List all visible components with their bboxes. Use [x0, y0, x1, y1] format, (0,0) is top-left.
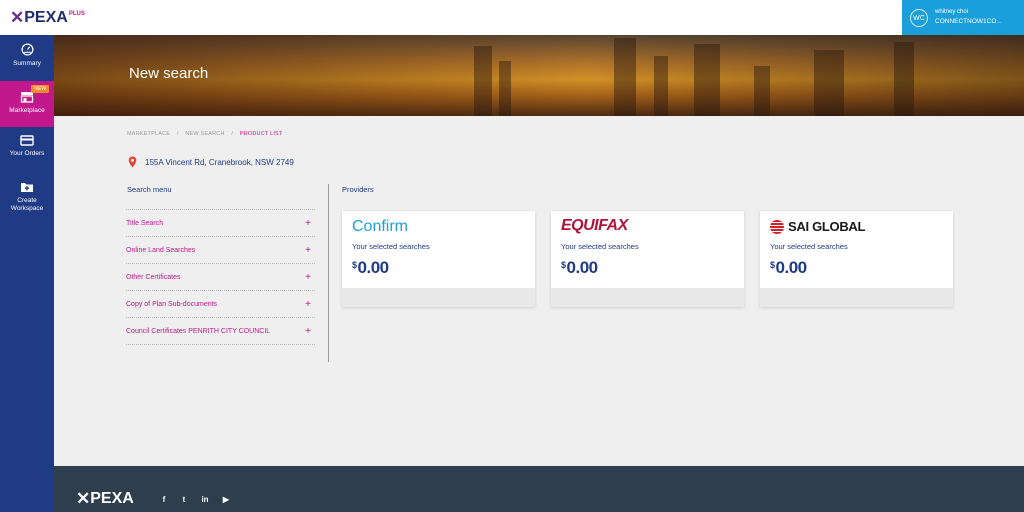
- footer-logo-text: PEXA: [90, 490, 134, 507]
- pexa-x-mark-icon: ✕: [76, 489, 90, 508]
- currency-symbol: $: [561, 260, 566, 270]
- breadcrumb-separator: /: [231, 131, 234, 137]
- confirm-logo: Confirm: [352, 218, 409, 235]
- site-footer: ✕ PEXA f t in ▶: [54, 466, 1024, 512]
- sidebar-item-label: Your Orders: [9, 150, 45, 157]
- globe-icon: [770, 219, 784, 234]
- sidebar-item-summary[interactable]: Summary: [0, 43, 54, 79]
- logo-plus-text: PLUS: [68, 10, 85, 17]
- skyline-building: [614, 38, 636, 116]
- footer-pexa-logo[interactable]: ✕ PEXA: [76, 489, 134, 509]
- card-icon: [20, 135, 34, 146]
- skyline-building: [654, 56, 668, 116]
- skyline-building: [694, 44, 720, 116]
- sai-global-text: SAI GLOBAL: [788, 219, 866, 234]
- card-subtitle: Your selected searches: [561, 242, 639, 251]
- price-amount: 0.00: [357, 258, 390, 277]
- menu-item-title-search[interactable]: Title Search +: [126, 210, 315, 237]
- dashboard-icon: [20, 43, 34, 56]
- card-price: $0.00: [352, 258, 389, 278]
- currency-symbol: $: [352, 260, 357, 270]
- user-org: CONNECTNOW1CO...: [935, 18, 1002, 25]
- skyline-building: [814, 50, 844, 116]
- currency-symbol: $: [770, 260, 775, 270]
- menu-item-online-land-searches[interactable]: Online Land Searches +: [126, 237, 315, 264]
- expand-plus-icon[interactable]: +: [305, 218, 311, 229]
- provider-card-equifax[interactable]: EQUIFAX Your selected searches $0.00: [551, 211, 744, 307]
- breadcrumb-marketplace[interactable]: MARKETPLACE: [127, 131, 170, 137]
- provider-card-confirm[interactable]: Confirm Your selected searches $0.00: [342, 211, 535, 307]
- menu-item-council-certificates[interactable]: Council Certificates PENRITH CITY COUNCI…: [126, 318, 315, 345]
- breadcrumb-new-search[interactable]: NEW SEARCH: [185, 131, 224, 137]
- menu-item-label: Council Certificates PENRITH CITY COUNCI…: [126, 327, 271, 335]
- card-subtitle: Your selected searches: [352, 242, 430, 251]
- breadcrumb: MARKETPLACE / NEW SEARCH / PRODUCT LIST: [127, 131, 282, 137]
- youtube-icon[interactable]: ▶: [220, 494, 232, 506]
- breadcrumb-product-list: PRODUCT LIST: [239, 131, 283, 137]
- skyline-building: [474, 46, 492, 116]
- expand-plus-icon[interactable]: +: [305, 326, 311, 337]
- search-menu: Title Search + Online Land Searches + Ot…: [126, 209, 315, 345]
- twitter-icon[interactable]: t: [178, 494, 190, 506]
- menu-item-other-certificates[interactable]: Other Certificates +: [126, 264, 315, 291]
- user-name: whitney choi: [935, 9, 969, 15]
- search-menu-title: Search menu: [127, 185, 172, 194]
- skyline-building: [499, 61, 511, 116]
- folder-plus-icon: [21, 183, 33, 192]
- vertical-divider: [328, 184, 329, 362]
- sidebar-item-label: Create Workspace: [10, 197, 44, 212]
- price-amount: 0.00: [566, 258, 599, 277]
- sidebar-item-label: Marketplace: [9, 107, 45, 114]
- equifax-logo: EQUIFAX: [561, 217, 628, 234]
- skyline-building: [894, 42, 914, 116]
- expand-plus-icon[interactable]: +: [305, 272, 311, 283]
- sidebar-item-your-orders[interactable]: Your Orders: [0, 135, 54, 171]
- card-subtitle: Your selected searches: [770, 242, 848, 251]
- logo-text: PEXA: [24, 9, 68, 26]
- location-pin-icon: [128, 156, 137, 168]
- price-amount: 0.00: [775, 258, 808, 277]
- facebook-icon[interactable]: f: [158, 494, 170, 506]
- menu-item-label: Online Land Searches: [126, 246, 196, 254]
- expand-plus-icon[interactable]: +: [305, 299, 311, 310]
- sai-global-logo: SAI GLOBAL: [770, 219, 865, 234]
- expand-plus-icon[interactable]: +: [305, 245, 311, 256]
- address-text: 155A Vincent Rd, Cranebrook, NSW 2749: [145, 157, 294, 167]
- menu-item-label: Title Search: [126, 219, 164, 227]
- skyline-building: [754, 66, 770, 116]
- sidebar-item-marketplace[interactable]: NEW Marketplace: [0, 81, 54, 127]
- menu-item-label: Copy of Plan Sub-documents: [126, 300, 218, 308]
- breadcrumb-separator: /: [176, 131, 179, 137]
- user-menu[interactable]: WC whitney choi CONNECTNOW1CO...: [902, 0, 1024, 35]
- menu-item-label: Other Certificates: [126, 273, 181, 281]
- property-address: 155A Vincent Rd, Cranebrook, NSW 2749: [128, 156, 294, 168]
- linkedin-icon[interactable]: in: [199, 494, 211, 506]
- avatar: WC: [910, 9, 928, 27]
- pexa-plus-logo[interactable]: ✕ PEXA PLUS: [10, 8, 85, 28]
- sidebar: Summary NEW Marketplace Your Orders Crea…: [0, 35, 54, 512]
- card-price: $0.00: [770, 258, 807, 278]
- pexa-x-mark-icon: ✕: [10, 8, 24, 27]
- page-title: New search: [129, 65, 209, 82]
- sidebar-item-label: Summary: [13, 60, 41, 67]
- top-bar: ✕ PEXA PLUS WC whitney choi CONNECTNOW1C…: [0, 0, 1024, 35]
- menu-item-copy-of-plan[interactable]: Copy of Plan Sub-documents +: [126, 291, 315, 318]
- card-footer: [551, 288, 744, 307]
- card-footer: [760, 288, 953, 307]
- providers-title: Providers: [342, 185, 374, 194]
- new-badge: NEW: [31, 85, 49, 93]
- sidebar-item-create-workspace[interactable]: Create Workspace: [0, 181, 54, 221]
- hero-banner: New search: [54, 35, 1024, 116]
- card-footer: [342, 288, 535, 307]
- provider-card-sai-global[interactable]: SAI GLOBAL Your selected searches $0.00: [760, 211, 953, 307]
- card-price: $0.00: [561, 258, 598, 278]
